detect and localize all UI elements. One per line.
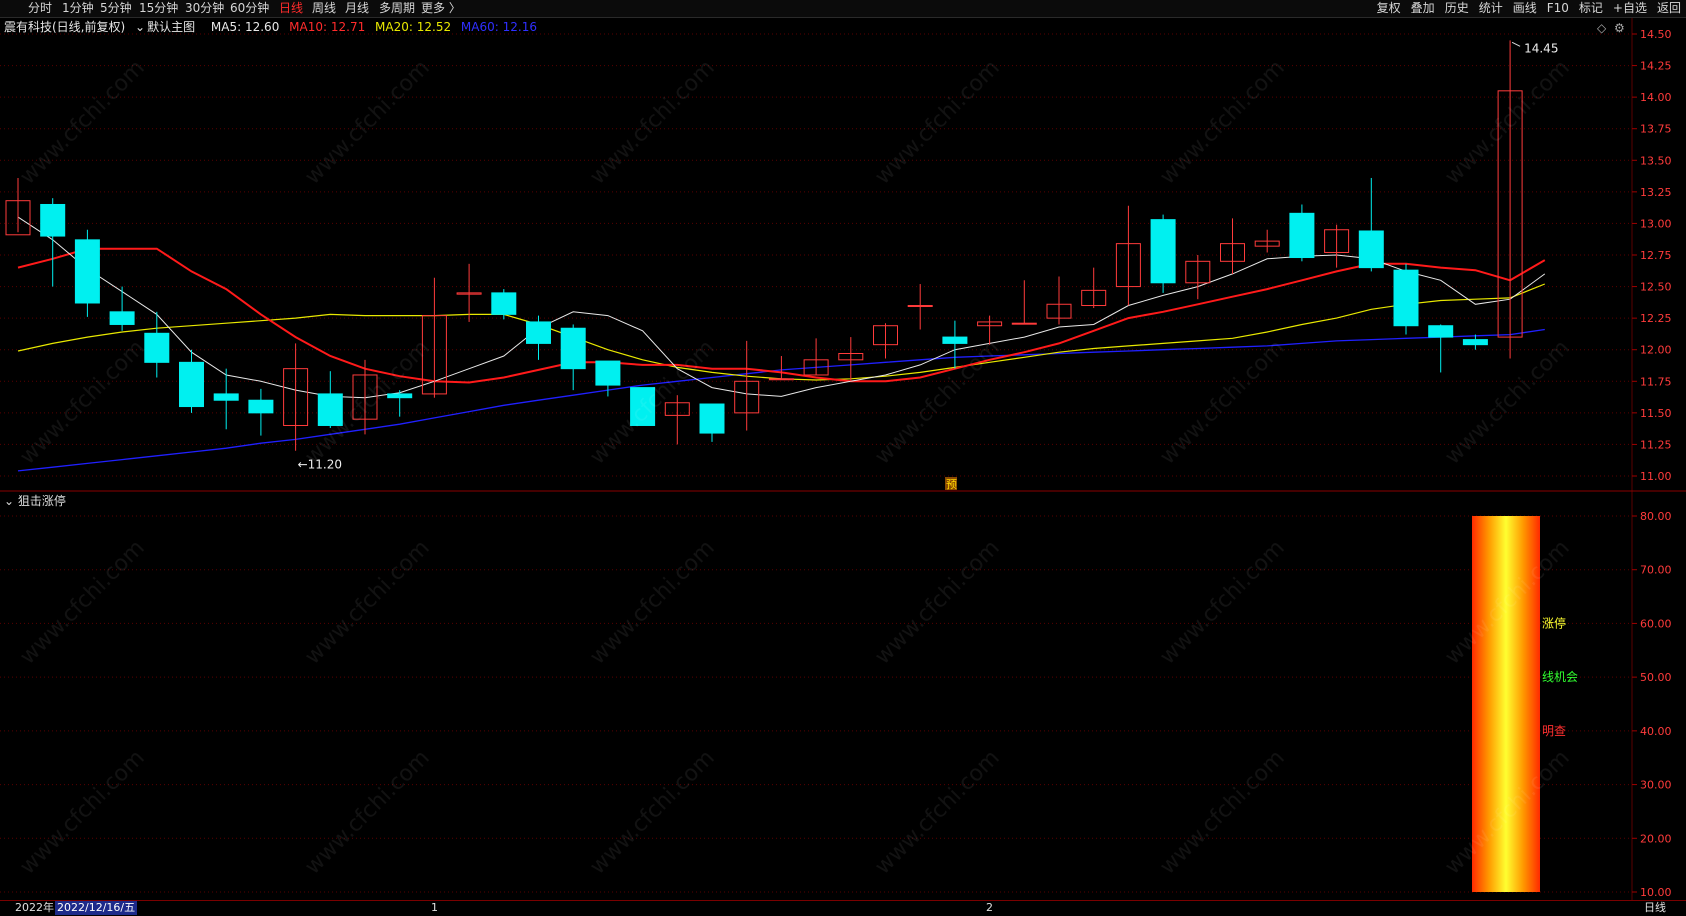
low-price-label: ←11.20 — [298, 458, 342, 472]
settings-icon: ⚙ — [1614, 21, 1625, 35]
price-tick-label: 12.25 — [1640, 312, 1672, 325]
status-bar: 2022年 2022/12/16/五 1 2 日线 — [0, 900, 1686, 916]
forecast-mark: 预 — [946, 478, 957, 491]
month-marker-1: 1 — [431, 901, 438, 914]
price-tick-label: 11.25 — [1640, 438, 1672, 451]
signal-label: 明查 — [1542, 724, 1566, 738]
candle-body — [74, 239, 100, 304]
ma60-line — [17, 328, 1545, 472]
candle-body — [699, 403, 725, 434]
sub-tick-label: 20.00 — [1640, 832, 1672, 845]
sub-tick-label: 30.00 — [1640, 779, 1672, 792]
price-tick-label: 13.00 — [1640, 217, 1672, 230]
price-tick-label: 12.75 — [1640, 249, 1672, 262]
status-date: 2022/12/16/五 — [55, 901, 138, 915]
price-tick-label: 13.50 — [1640, 154, 1672, 167]
candle-body — [317, 393, 343, 426]
signal-bar — [1472, 516, 1540, 892]
candle-body — [1011, 322, 1037, 325]
diamond-icon: ◇ — [1597, 21, 1607, 35]
candle-body — [1462, 339, 1488, 346]
price-tick-label: 12.00 — [1640, 344, 1672, 357]
sub-tick-label: 10.00 — [1640, 886, 1672, 899]
candle-body — [179, 361, 204, 408]
candle-body — [1150, 219, 1176, 284]
candle-body — [630, 387, 656, 426]
high-price-label: 14.45 — [1524, 41, 1558, 55]
price-tick-label: 11.00 — [1640, 470, 1672, 483]
candle-body — [560, 327, 586, 370]
sub-tick-label: 60.00 — [1640, 617, 1672, 630]
candle-body — [1428, 325, 1454, 338]
signal-label: 线机会 — [1542, 670, 1578, 684]
sub-tick-label: 70.00 — [1640, 564, 1672, 577]
sub-tick-label: 40.00 — [1640, 725, 1672, 738]
candle-body — [1289, 212, 1315, 259]
month-marker-2: 2 — [986, 901, 993, 914]
candle-body — [144, 332, 170, 363]
candle-body — [1358, 230, 1384, 269]
sub-tick-label: 50.00 — [1640, 671, 1672, 684]
price-tick-label: 14.00 — [1640, 91, 1672, 104]
high-marker — [1511, 41, 1521, 47]
price-tick-label: 13.75 — [1640, 123, 1672, 136]
sub-tick-label: 80.00 — [1640, 510, 1672, 523]
candle-body — [768, 378, 794, 381]
status-year: 2022年 — [15, 901, 54, 914]
price-tick-label: 12.50 — [1640, 281, 1672, 294]
candle-body — [526, 321, 551, 344]
price-tick-label: 14.25 — [1640, 60, 1672, 73]
chart-canvas[interactable]: 14.50 14.25 14.00 13.75 13.50 13.25 13.00 12.75… — [0, 0, 1686, 916]
candle-body — [907, 305, 933, 308]
price-tick-label: 11.50 — [1640, 407, 1672, 420]
candle-body — [213, 393, 239, 401]
candle-body — [491, 292, 517, 315]
candle-body — [109, 311, 135, 325]
price-tick-label: 11.75 — [1640, 375, 1672, 388]
price-tick-label: 14.50 — [1640, 28, 1672, 41]
candle-body — [1393, 269, 1419, 327]
price-tick-label: 13.25 — [1640, 186, 1672, 199]
candle-body — [595, 360, 621, 386]
status-period: 日线 — [1644, 901, 1666, 914]
candle-body — [248, 399, 274, 414]
candle-body — [387, 393, 413, 399]
signal-label: 涨停 — [1542, 615, 1566, 630]
candle-body — [942, 336, 968, 344]
candle-body — [40, 203, 66, 237]
